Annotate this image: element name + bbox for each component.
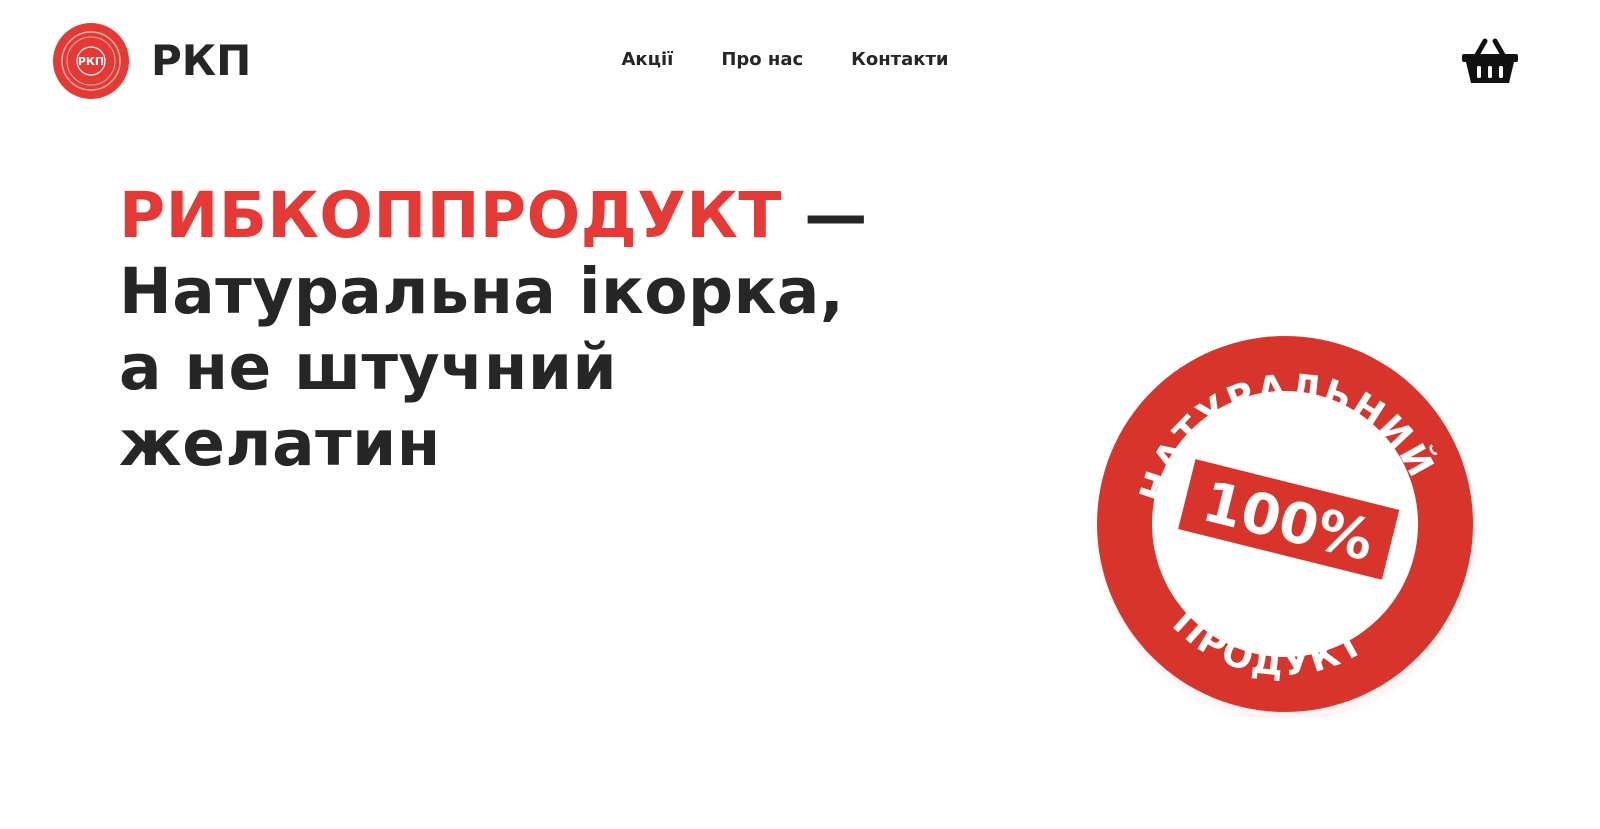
natural-product-stamp: НАТУРАЛЬНИЙ ПРОДУКТ 100% — [1092, 336, 1482, 718]
hero-line-1: РИБКОППРОДУКТ — — [119, 178, 979, 254]
hero-headline: РИБКОППРОДУКТ — Натуральна ікорка, а не … — [119, 178, 979, 482]
basket-icon[interactable] — [1461, 37, 1519, 85]
hero-dash: — — [781, 179, 868, 252]
nav-list: Акції Про нас Контакти — [621, 49, 948, 70]
landing-page: РКП РКП Акції Про нас Контакти РИБКОППРО… — [0, 0, 1600, 829]
hero-line-4: желатин — [119, 407, 441, 480]
nav-link-about[interactable]: Про нас — [721, 49, 803, 70]
hero-line-3: а не штучний — [119, 331, 618, 404]
hero-brand: РИБКОППРОДУКТ — [119, 179, 782, 252]
nav-link-contacts[interactable]: Контакти — [851, 49, 948, 70]
main-nav: Акції Про нас Контакти — [0, 49, 1600, 70]
hero-line-2: Натуральна ікорка, — [119, 255, 845, 328]
nav-link-promotions[interactable]: Акції — [621, 49, 673, 70]
